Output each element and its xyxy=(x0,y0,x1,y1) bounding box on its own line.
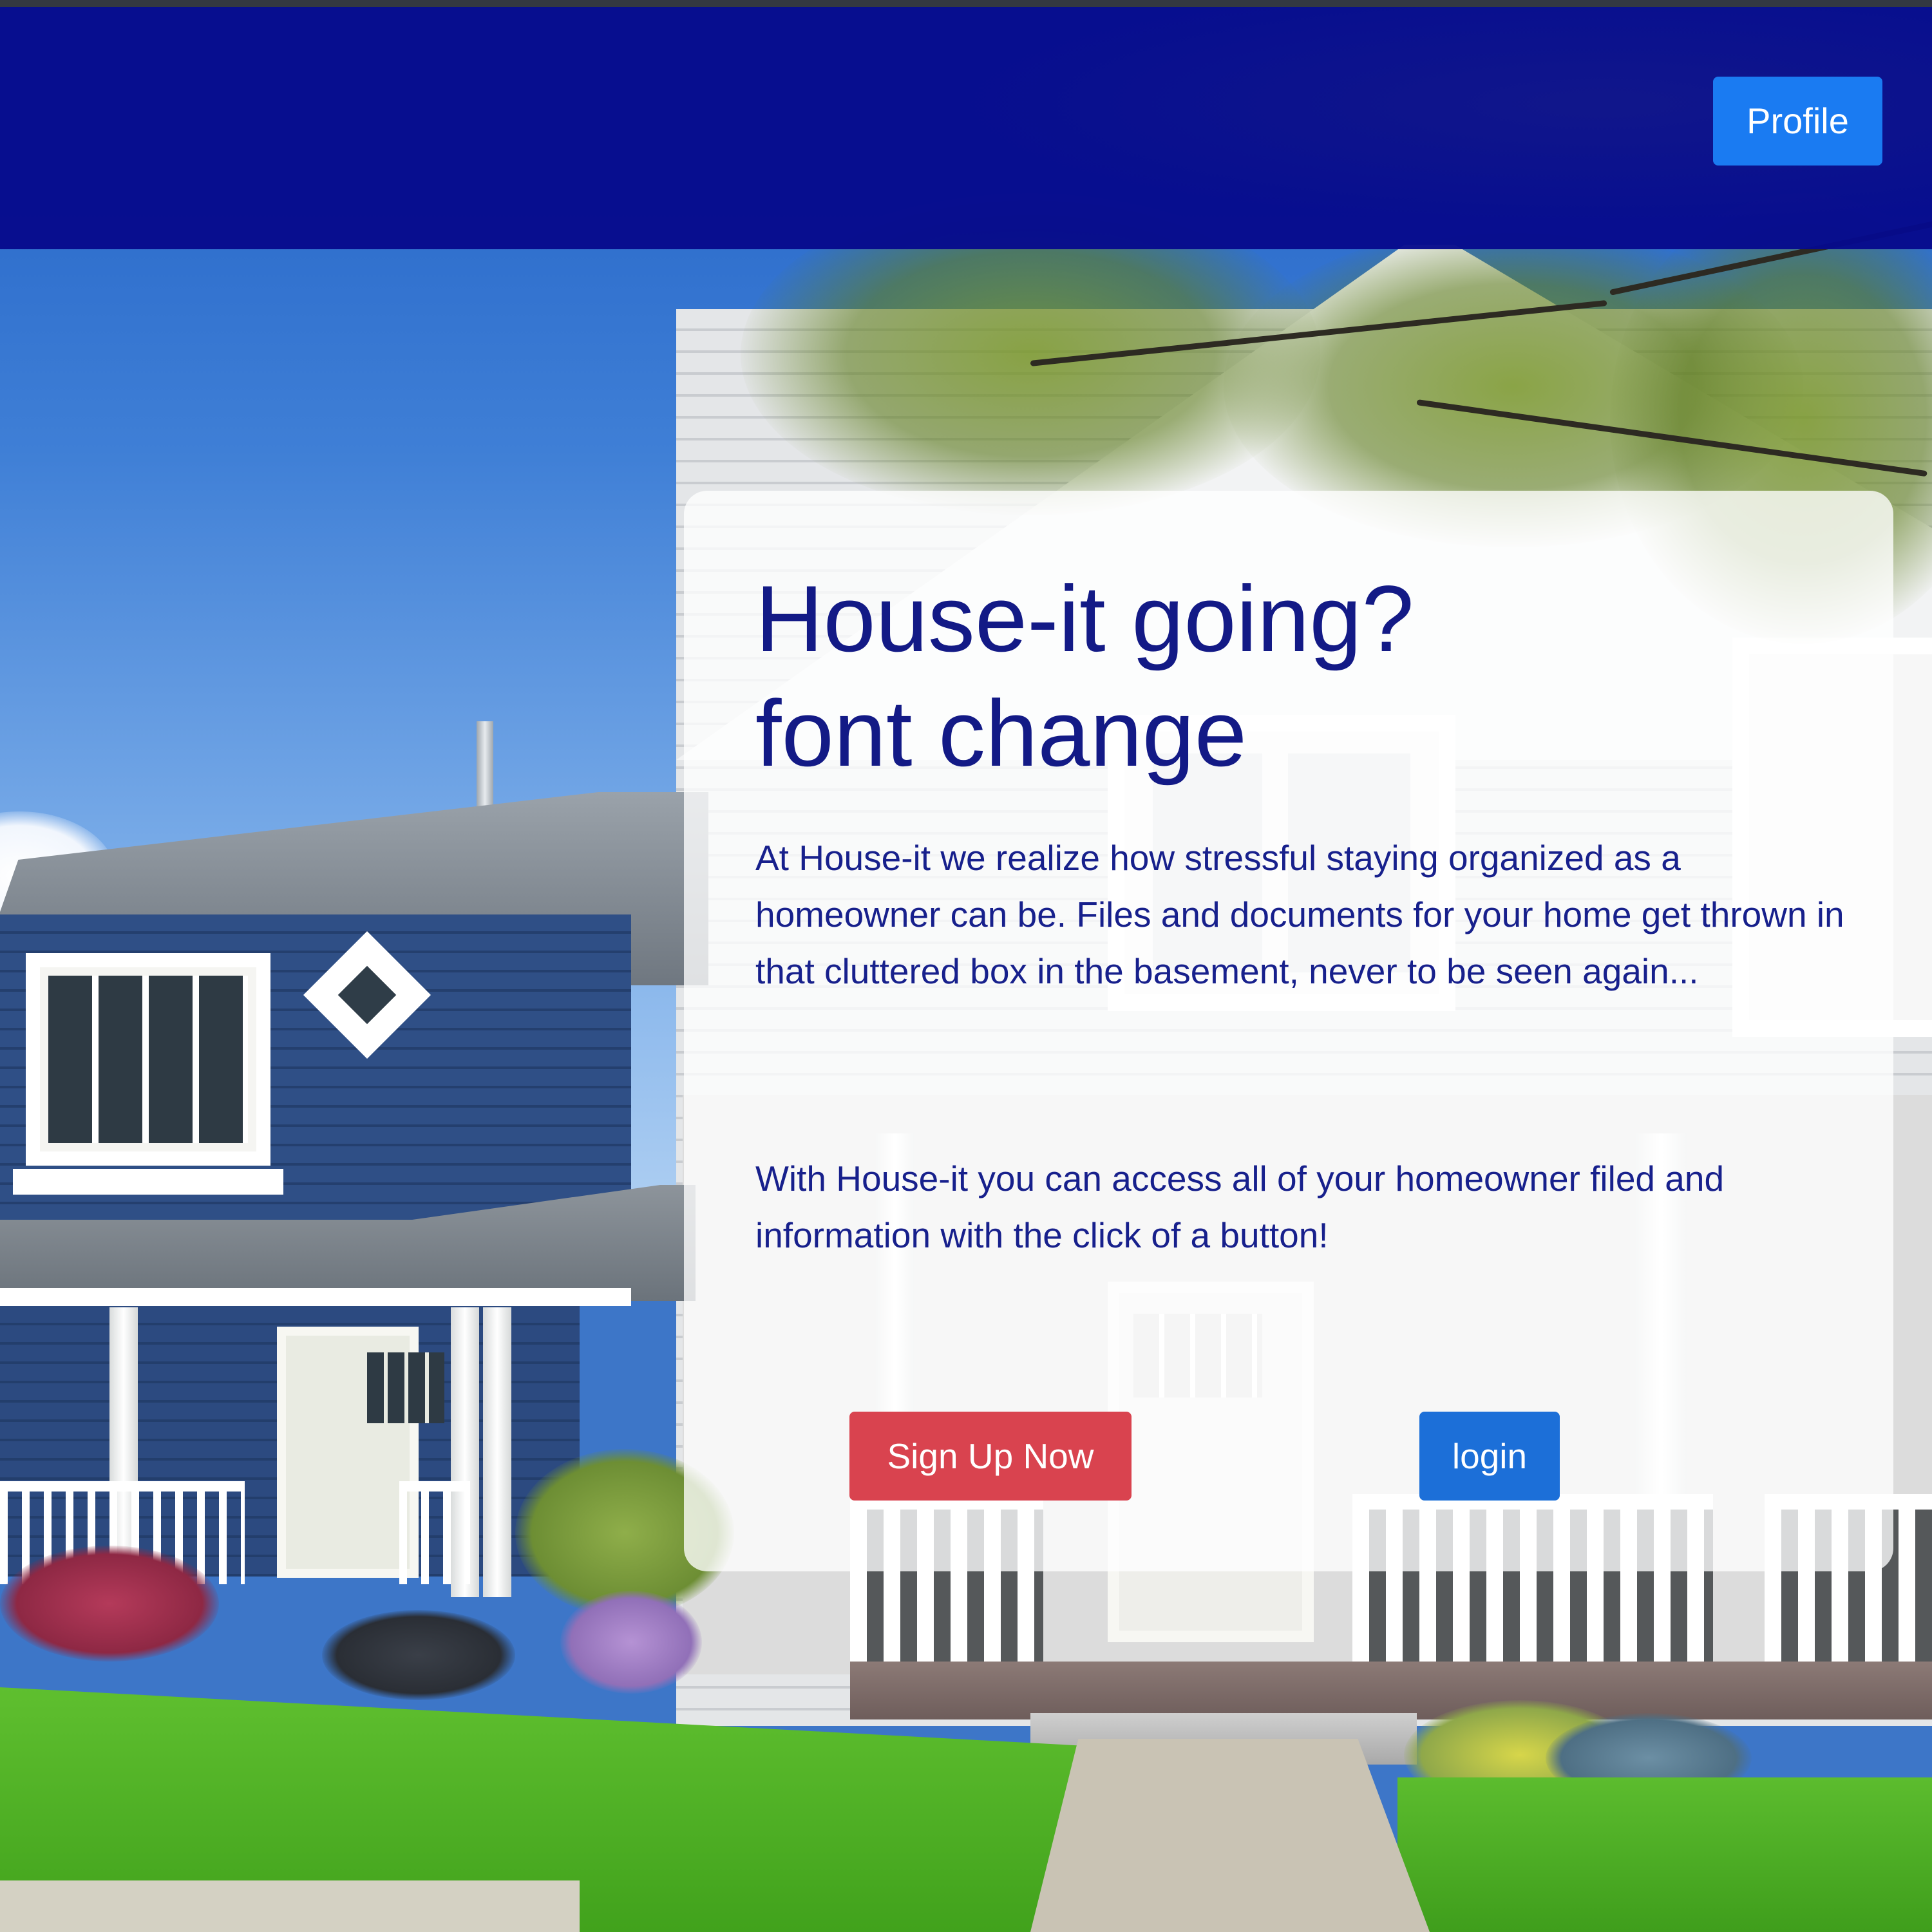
login-button[interactable]: login xyxy=(1419,1412,1560,1501)
intro-paragraph: At House-it we realize how stressful sta… xyxy=(755,838,1844,991)
porch-deck xyxy=(850,1662,1932,1719)
purple-flowers xyxy=(560,1591,702,1694)
red-shrub xyxy=(0,1546,219,1662)
blue-house-porch-beam xyxy=(0,1288,631,1306)
sign-up-button[interactable]: Sign Up Now xyxy=(849,1412,1132,1501)
blue-house-door-window xyxy=(367,1352,444,1423)
landing-page: Profile House-it going? font change At H… xyxy=(0,0,1932,1932)
sidewalk xyxy=(0,1880,580,1932)
front-lawn xyxy=(1397,1777,1932,1932)
title-line-2: font change xyxy=(755,681,1247,786)
feature-paragraph: With House-it you can access all of your… xyxy=(755,1159,1725,1255)
dark-shrub xyxy=(322,1610,515,1700)
top-navbar xyxy=(0,7,1932,249)
blue-house-window-sill xyxy=(13,1169,283,1195)
front-walkway xyxy=(1030,1739,1430,1932)
intro-card: House-it going? font change At House-it … xyxy=(684,491,1893,1571)
blue-house-railing xyxy=(399,1481,470,1584)
profile-button[interactable]: Profile xyxy=(1713,77,1882,166)
blue-house-window-pane xyxy=(48,976,248,1143)
window-top-border xyxy=(0,0,1932,7)
porch-column xyxy=(483,1307,511,1597)
page-title: House-it going? font change xyxy=(755,562,1850,791)
title-line-1: House-it going? xyxy=(755,566,1414,671)
